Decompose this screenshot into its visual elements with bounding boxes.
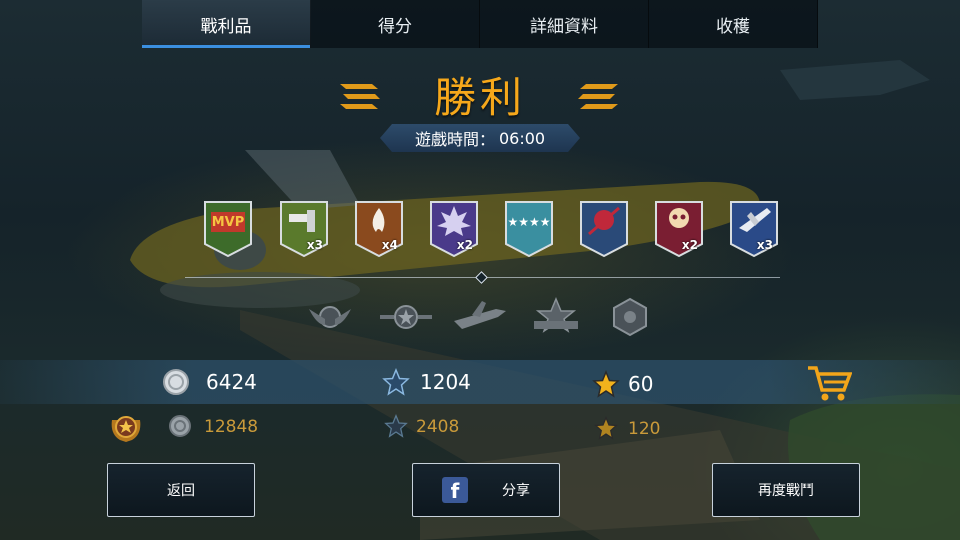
stars-medal-icon[interactable]: ★★★★ (504, 200, 554, 258)
medal-multiplier: x2 (456, 238, 473, 252)
mvp-medal-icon[interactable]: MVP (203, 200, 253, 258)
premium-badge-icon (111, 416, 141, 442)
back-button[interactable]: 返回 (107, 463, 255, 517)
bonus-silver-value: 12848 (204, 417, 259, 437)
explosion-medal-icon[interactable]: x2 (429, 200, 479, 258)
game-time-bar: 遊戲時間： 06:00 (380, 124, 580, 152)
medal-row: MVP x3 x4 x2 ★★★★ x2 x3 (0, 200, 960, 260)
reward-row: 6424 1204 60 (0, 360, 960, 404)
medal-multiplier: x3 (306, 238, 323, 252)
battle-again-label: 再度戰鬥 (758, 483, 814, 499)
chevron-right-decor-icon (578, 84, 618, 109)
rank-icon-row (0, 295, 960, 345)
machine-gun-medal-icon[interactable]: x3 (279, 200, 329, 258)
back-button-label: 返回 (167, 483, 195, 499)
fire-medal-icon[interactable]: x4 (354, 200, 404, 258)
skull-medal-icon[interactable]: x2 (654, 200, 704, 258)
battle-again-button[interactable]: 再度戰鬥 (712, 463, 860, 517)
gold-star-reward-value: 60 (628, 372, 654, 396)
game-time-label: 遊戲時間： (414, 130, 495, 149)
result-tabs: 戰利品 得分 詳細資料 收穫 (142, 0, 818, 48)
bonus-gold-star-value: 120 (628, 419, 661, 439)
skull-crossed-medal-icon[interactable] (579, 200, 629, 258)
share-button-label: 分享 (502, 483, 530, 499)
mvp-text: MVP (212, 215, 245, 230)
plane-medal-icon[interactable]: x3 (729, 200, 779, 258)
bonus-blue-star-icon (384, 414, 408, 438)
bonus-silver-coin-icon (169, 415, 191, 437)
share-button[interactable]: f 分享 (412, 463, 560, 517)
airplane-icon (454, 301, 506, 329)
blue-star-reward-value: 1204 (420, 370, 471, 394)
star-wings-icon (380, 305, 432, 329)
tab-details[interactable]: 詳細資料 (480, 0, 649, 48)
wings-emblem-icon (309, 306, 351, 328)
facebook-icon: f (442, 477, 468, 503)
bonus-gold-star-icon (594, 416, 618, 440)
shopping-cart-icon[interactable] (806, 364, 852, 402)
svg-text:★★★★: ★★★★ (507, 215, 550, 229)
bonus-reward-row: 12848 2408 120 (0, 408, 960, 448)
medal-multiplier: x3 (756, 238, 773, 252)
bonus-blue-star-value: 2408 (416, 417, 460, 437)
victory-title: 勝利 (433, 73, 526, 122)
silver-coin-icon (163, 369, 189, 395)
tab-score[interactable]: 得分 (311, 0, 480, 48)
tab-harvest[interactable]: 收穫 (649, 0, 818, 48)
game-time-value: 06:00 (498, 128, 546, 148)
star-banner-icon (534, 297, 578, 333)
tab-loot[interactable]: 戰利品 (142, 0, 311, 48)
hexagon-badge-icon (613, 297, 647, 337)
gold-star-icon (592, 370, 620, 398)
chevron-left-decor-icon (340, 84, 380, 109)
medal-multiplier: x2 (681, 238, 698, 252)
blue-star-icon (382, 368, 410, 396)
silver-reward-value: 6424 (206, 370, 257, 394)
medal-multiplier: x4 (381, 238, 398, 252)
